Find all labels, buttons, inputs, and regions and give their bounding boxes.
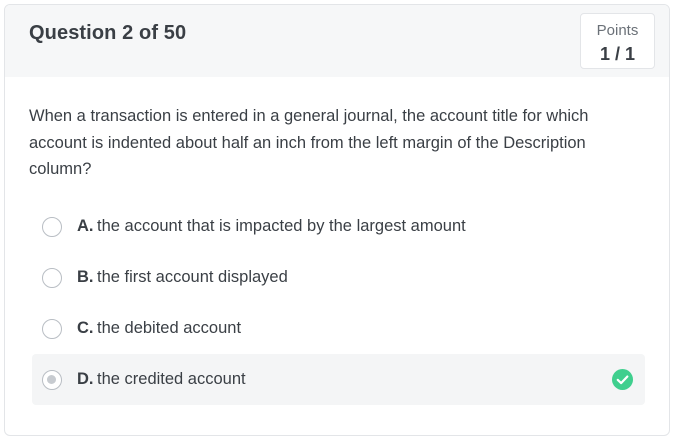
option-b-radio[interactable] [42,267,62,288]
points-label: Points [596,22,639,39]
option-d[interactable]: D. the credited account [32,354,645,405]
option-b-letter: B. [77,268,94,286]
option-c[interactable]: C. the debited account [32,303,645,354]
option-a-radio[interactable] [42,216,62,237]
points-value: 1 / 1 [599,44,636,64]
option-d-text: the credited account [97,370,246,388]
option-b[interactable]: B. the first account displayed [32,252,645,303]
card-header: Question 2 of 50 Points 1 / 1 [5,5,669,77]
option-d-letter: D. [77,370,94,388]
option-a-text: the account that is impacted by the larg… [97,217,466,235]
question-counter: Question 2 of 50 [29,22,187,44]
option-c-radio[interactable] [42,318,62,339]
option-c-letter: C. [77,319,94,337]
question-card: Question 2 of 50 Points 1 / 1 When a tra… [4,4,670,436]
check-circle-icon [612,369,633,390]
question-text: When a transaction is entered in a gener… [29,107,589,178]
points-box: Points 1 / 1 [580,13,655,69]
option-b-text: the first account displayed [97,268,288,286]
option-d-radio[interactable] [42,369,62,390]
option-c-text: the debited account [97,319,242,337]
answer-options: A. the account that is impacted by the l… [32,201,645,405]
option-a[interactable]: A. the account that is impacted by the l… [32,201,645,252]
option-a-letter: A. [77,217,94,235]
